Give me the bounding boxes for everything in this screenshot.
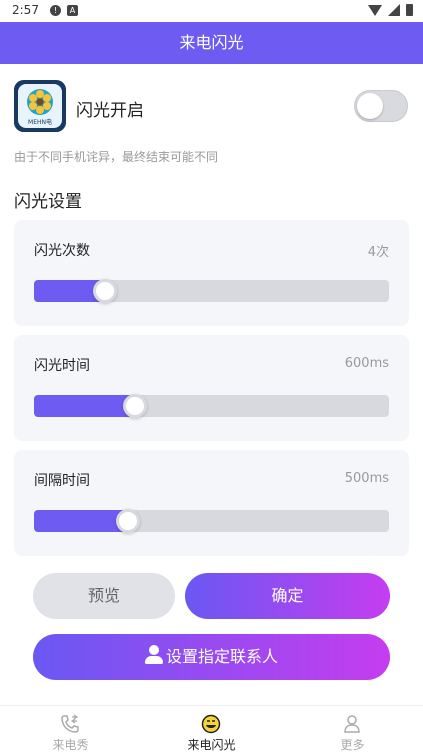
setting-card-interval: 间隔时间 500ms	[14, 450, 409, 556]
a-icon: A	[67, 5, 78, 16]
section-title: 闪光设置	[14, 192, 82, 212]
phone-icon	[61, 714, 79, 733]
flash-enable-toggle[interactable]	[354, 90, 408, 122]
flash-enable-label: 闪光开启	[76, 101, 144, 121]
set-contact-button[interactable]: 设置指定联系人	[33, 634, 390, 680]
person-icon	[144, 645, 163, 665]
set-contact-label: 设置指定联系人	[165, 647, 278, 666]
app-logo-text: MEHN电	[28, 118, 52, 126]
status-time: 2:57	[12, 3, 39, 17]
person-icon	[344, 715, 360, 733]
app-logo-icon: MEHN电	[14, 80, 66, 132]
status-bar: 2:57 ! A	[0, 0, 423, 22]
battery-icon	[406, 4, 413, 16]
toggle-knob	[357, 93, 383, 119]
setting-value: 600ms	[344, 356, 389, 371]
setting-label: 闪光次数	[34, 243, 90, 259]
status-system-icons	[368, 4, 413, 16]
nav-item-call-show[interactable]: 来电秀	[0, 706, 141, 752]
slider-thumb[interactable]	[116, 509, 141, 533]
preview-button[interactable]: 预览	[33, 573, 175, 619]
bottom-nav: 来电秀 来电闪光 更多	[0, 705, 423, 752]
smiley-icon	[201, 714, 221, 734]
wifi-icon	[368, 4, 382, 16]
setting-label: 闪光时间	[34, 358, 90, 374]
flash-count-slider[interactable]	[34, 279, 389, 303]
status-notification-icons: ! A	[50, 5, 78, 16]
slider-fill	[34, 395, 136, 417]
signal-icon	[388, 4, 400, 16]
nav-label: 来电闪光	[187, 738, 236, 752]
interval-slider[interactable]	[34, 509, 389, 533]
nav-item-more[interactable]: 更多	[282, 706, 423, 752]
page-title: 来电闪光	[179, 33, 244, 52]
setting-value: 4次	[367, 245, 389, 260]
nav-label: 来电秀	[52, 738, 89, 752]
slider-thumb[interactable]	[123, 394, 148, 418]
setting-label: 间隔时间	[34, 473, 90, 489]
slider-thumb[interactable]	[93, 279, 117, 303]
flash-duration-slider[interactable]	[34, 394, 389, 418]
app-bar: 来电闪光	[0, 22, 423, 64]
nav-item-call-flash[interactable]: 来电闪光	[141, 706, 282, 752]
device-hint: 由于不同手机诧异，最终结束可能不同	[14, 150, 219, 164]
nav-label: 更多	[340, 738, 365, 752]
flash-enable-row: MEHN电 闪光开启	[14, 80, 410, 134]
confirm-button[interactable]: 确定	[185, 573, 390, 619]
slider-fill	[34, 510, 129, 532]
setting-card-flash-count: 闪光次数 4次	[14, 220, 409, 326]
alert-icon: !	[50, 5, 61, 16]
setting-card-flash-duration: 闪光时间 600ms	[14, 335, 409, 441]
setting-value: 500ms	[344, 471, 389, 486]
